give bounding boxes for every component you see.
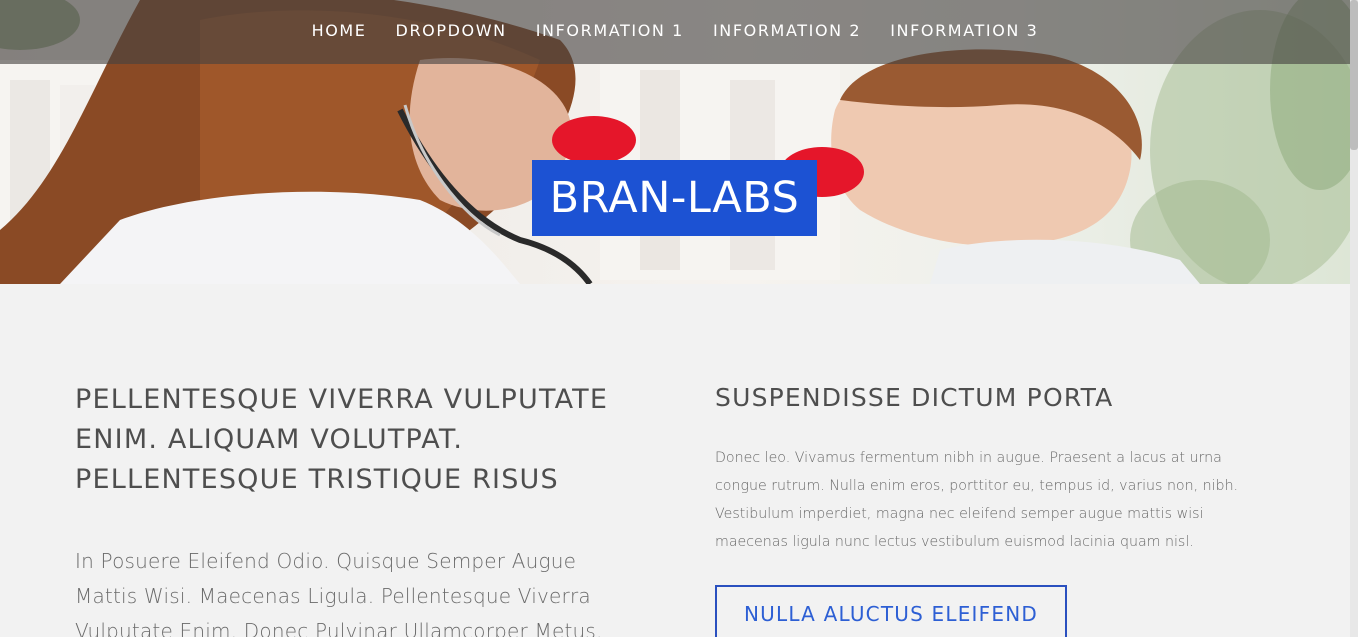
- top-navbar: HOME DROPDOWN INFORMATION 1 INFORMATION …: [0, 0, 1350, 64]
- left-heading: PELLENTESQUE VIVERRA VULPUTATE ENIM. ALI…: [75, 384, 609, 495]
- scrollbar-thumb[interactable]: [1350, 0, 1358, 150]
- nav-information-3[interactable]: INFORMATION 3: [890, 21, 1038, 41]
- right-body-text: Donec leo. Vivamus fermentum nibh in aug…: [715, 450, 1239, 550]
- right-heading: SUSPENDISSE DICTUM PORTA: [715, 383, 1114, 412]
- hero-banner: HOME DROPDOWN INFORMATION 1 INFORMATION …: [0, 0, 1350, 284]
- nav-information-1[interactable]: INFORMATION 1: [536, 21, 684, 41]
- nav-dropdown[interactable]: DROPDOWN: [396, 21, 507, 41]
- page-scrollbar[interactable]: [1350, 0, 1358, 637]
- left-column: PELLENTESQUE VIVERRA VULPUTATE ENIM. ALI…: [75, 380, 635, 637]
- nav-home[interactable]: HOME: [312, 21, 367, 41]
- nulla-aluctus-button[interactable]: NULLA ALUCTUS ELEIFEND: [715, 585, 1067, 637]
- brand-title: BRAN-LABS: [532, 160, 817, 236]
- nav-information-2[interactable]: INFORMATION 2: [713, 21, 861, 41]
- button-label: NULLA ALUCTUS ELEIFEND: [744, 602, 1038, 626]
- page: HOME DROPDOWN INFORMATION 1 INFORMATION …: [0, 0, 1358, 637]
- left-body-text: In Posuere Eleifend Odio. Quisque Semper…: [75, 549, 603, 637]
- right-column: SUSPENDISSE DICTUM PORTA Donec leo. Viva…: [715, 380, 1255, 637]
